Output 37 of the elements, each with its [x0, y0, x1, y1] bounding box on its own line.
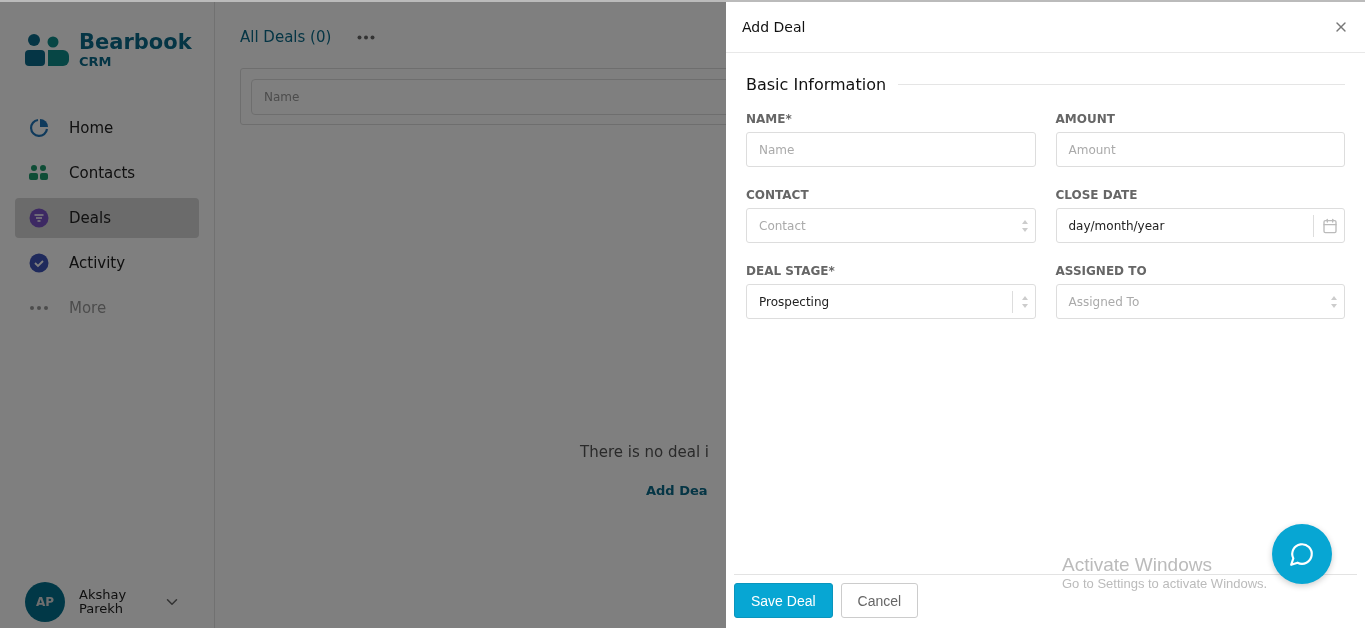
- filter-icon: [29, 208, 49, 228]
- brand-name: Bearbook: [79, 32, 192, 53]
- field-label: NAME*: [746, 112, 793, 126]
- field-label: DEAL STAGE*: [746, 264, 836, 278]
- select-field[interactable]: Assigned To: [1055, 284, 1345, 319]
- page-title: All Deals (0): [240, 28, 332, 46]
- field-label: CONTACT: [746, 188, 810, 202]
- section-title: Basic Information: [746, 75, 887, 94]
- more-dots-icon[interactable]: [357, 34, 376, 40]
- pie-chart-icon: [29, 118, 49, 138]
- sort-arrows-icon: [1330, 294, 1338, 309]
- select-field[interactable]: Prospecting: [746, 284, 1036, 319]
- sort-arrows-icon: [1020, 218, 1029, 233]
- more-dots-icon: [29, 305, 49, 311]
- activation-title: Activate Windows: [1062, 554, 1213, 576]
- date-field[interactable]: day/month/year: [1055, 208, 1345, 243]
- brand-subtitle: CRM: [79, 55, 113, 68]
- select-field[interactable]: Contact: [746, 208, 1036, 243]
- people-icon: [29, 164, 49, 182]
- chat-bubble-icon: [1289, 541, 1315, 567]
- logo-icon: [25, 33, 69, 67]
- field-label: CLOSE DATE: [1055, 188, 1139, 202]
- drawer-title: Add Deal: [742, 19, 806, 35]
- empty-message: There is no deal i: [580, 443, 710, 461]
- cancel-button[interactable]: Cancel: [840, 583, 919, 618]
- save-button[interactable]: Save Deal: [734, 583, 833, 618]
- sidebar-item[interactable]: Deals: [15, 198, 199, 238]
- field-label: ASSIGNED TO: [1055, 264, 1148, 278]
- user-name: Akshay Parekh: [79, 588, 128, 616]
- activation-text: Go to Settings to activate Windows.: [1062, 576, 1268, 591]
- user-avatar[interactable]: AP: [25, 582, 65, 622]
- input-field[interactable]: Amount: [1055, 132, 1345, 167]
- sort-arrows-icon: [1020, 294, 1029, 309]
- check-circle-icon: [29, 253, 49, 273]
- calendar-icon: [1322, 217, 1338, 234]
- input-field[interactable]: Name: [746, 132, 1036, 167]
- field-label: AMOUNT: [1055, 112, 1116, 126]
